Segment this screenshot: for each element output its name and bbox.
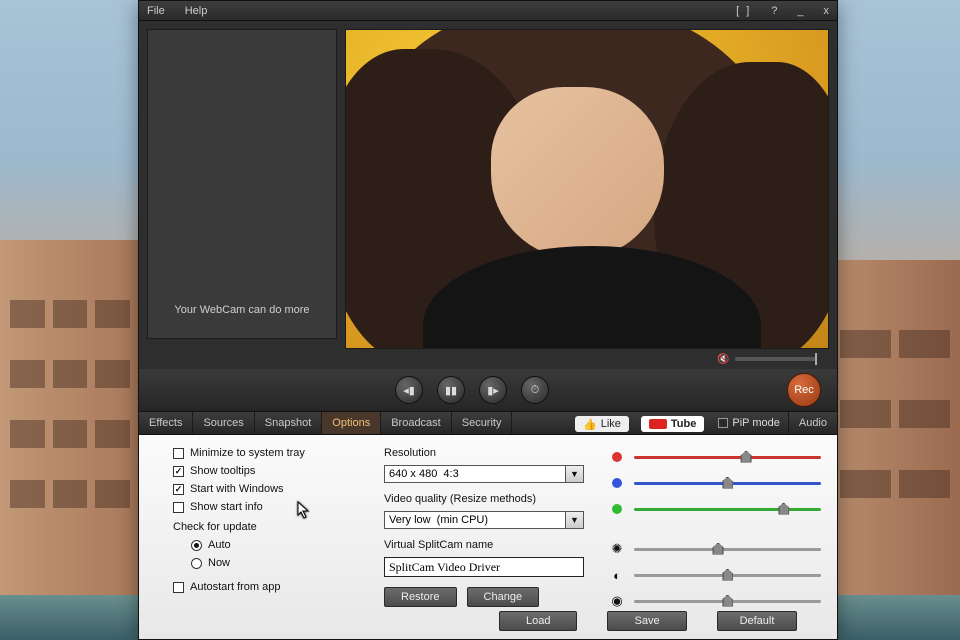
next-icon: ▮▸ — [487, 384, 499, 397]
contrast-icon: ◐ — [610, 568, 624, 583]
wallpaper-building-left — [0, 240, 140, 640]
opt-update-now[interactable]: Now — [191, 557, 358, 569]
checkbox-checked-icon — [173, 466, 184, 477]
timer-icon: ⏱ — [531, 384, 540, 397]
red-dot-icon — [612, 452, 622, 462]
video-preview — [345, 29, 829, 349]
pip-mode-toggle[interactable]: PiP mode — [718, 412, 780, 434]
virtual-name-input[interactable] — [384, 557, 584, 577]
menu-file[interactable]: File — [147, 5, 165, 17]
tab-snapshot[interactable]: Snapshot — [255, 412, 322, 434]
radio-on-icon — [191, 540, 202, 551]
slider-red[interactable] — [610, 447, 821, 467]
like-button[interactable]: 👍Like — [575, 416, 629, 432]
menubar: File Help [ ] ? _ x — [139, 1, 837, 21]
checkbox-icon — [173, 448, 184, 459]
slider-gamma[interactable]: ◉ — [610, 591, 821, 611]
opt-start-windows[interactable]: Start with Windows — [173, 483, 358, 495]
resolution-label: Resolution — [384, 447, 584, 459]
window-control-brackets[interactable]: [ ] — [736, 5, 751, 17]
chevron-down-icon: ▼ — [566, 511, 584, 529]
next-button[interactable]: ▮▸ — [479, 376, 507, 404]
video-quality-value — [384, 511, 566, 529]
save-button[interactable]: Save — [607, 611, 686, 631]
tab-options[interactable]: Options — [322, 412, 381, 434]
checkbox-checked-icon — [173, 484, 184, 495]
prev-button[interactable]: ◂▮ — [395, 376, 423, 404]
mute-icon: 🔇 — [717, 354, 729, 365]
opt-autostart[interactable]: Autostart from app — [173, 581, 358, 593]
window-control-minimize[interactable]: _ — [797, 5, 803, 17]
tab-broadcast[interactable]: Broadcast — [381, 412, 452, 434]
slider-green[interactable] — [610, 499, 821, 519]
transport-bar: ◂▮ ▮▮ ▮▸ ⏱ Rec — [139, 369, 837, 411]
checkbox-icon — [173, 502, 184, 513]
eye-icon: ◉ — [610, 593, 624, 609]
options-panel: Minimize to system tray Show tooltips St… — [139, 435, 837, 639]
thumbs-up-icon: 👍 — [583, 418, 597, 431]
window-control-help[interactable]: ? — [771, 5, 777, 17]
pause-button[interactable]: ▮▮ — [437, 376, 465, 404]
tab-audio[interactable]: Audio — [788, 412, 837, 434]
virtual-name-label: Virtual SplitCam name — [384, 539, 584, 551]
video-quality-label: Video quality (Resize methods) — [384, 493, 584, 505]
brightness-icon: ✺ — [610, 541, 624, 557]
youtube-button[interactable]: Tube — [641, 416, 704, 432]
opt-tooltips[interactable]: Show tooltips — [173, 465, 358, 477]
record-button[interactable]: Rec — [787, 373, 821, 407]
pip-checkbox — [718, 418, 728, 428]
change-button[interactable]: Change — [467, 587, 540, 607]
slider-brightness[interactable]: ✺ — [610, 539, 821, 559]
check-update-label: Check for update — [173, 521, 358, 533]
prev-icon: ◂▮ — [403, 384, 415, 397]
pause-icon: ▮▮ — [445, 384, 457, 397]
green-dot-icon — [612, 504, 622, 514]
volume-slider[interactable]: 🔇 — [717, 355, 817, 363]
resolution-value — [384, 465, 566, 483]
wallpaper-building-right — [830, 260, 960, 640]
window-control-close[interactable]: x — [824, 5, 830, 17]
tab-bar: Effects Sources Snapshot Options Broadca… — [139, 411, 837, 435]
splitcam-window: File Help [ ] ? _ x Your WebCam can do m… — [138, 0, 838, 640]
rec-label: Rec — [794, 384, 814, 396]
resolution-select[interactable]: ▼ — [384, 465, 584, 483]
checkbox-icon — [173, 582, 184, 593]
chevron-down-icon: ▼ — [566, 465, 584, 483]
opt-start-info[interactable]: Show start info — [173, 501, 358, 513]
snapshot-button[interactable]: ⏱ — [521, 376, 549, 404]
restore-button[interactable]: Restore — [384, 587, 457, 607]
tab-security[interactable]: Security — [452, 412, 513, 434]
side-panel: Your WebCam can do more — [147, 29, 337, 339]
tab-sources[interactable]: Sources — [193, 412, 254, 434]
blue-dot-icon — [612, 478, 622, 488]
tab-effects[interactable]: Effects — [139, 412, 193, 434]
youtube-icon — [649, 419, 667, 429]
video-quality-select[interactable]: ▼ — [384, 511, 584, 529]
opt-minimize[interactable]: Minimize to system tray — [173, 447, 358, 459]
opt-update-auto[interactable]: Auto — [191, 539, 358, 551]
menu-help[interactable]: Help — [185, 5, 208, 17]
default-button[interactable]: Default — [717, 611, 798, 631]
load-button[interactable]: Load — [499, 611, 577, 631]
radio-icon — [191, 558, 202, 569]
slider-contrast[interactable]: ◐ — [610, 565, 821, 585]
side-tagline: Your WebCam can do more — [174, 304, 309, 316]
slider-blue[interactable] — [610, 473, 821, 493]
